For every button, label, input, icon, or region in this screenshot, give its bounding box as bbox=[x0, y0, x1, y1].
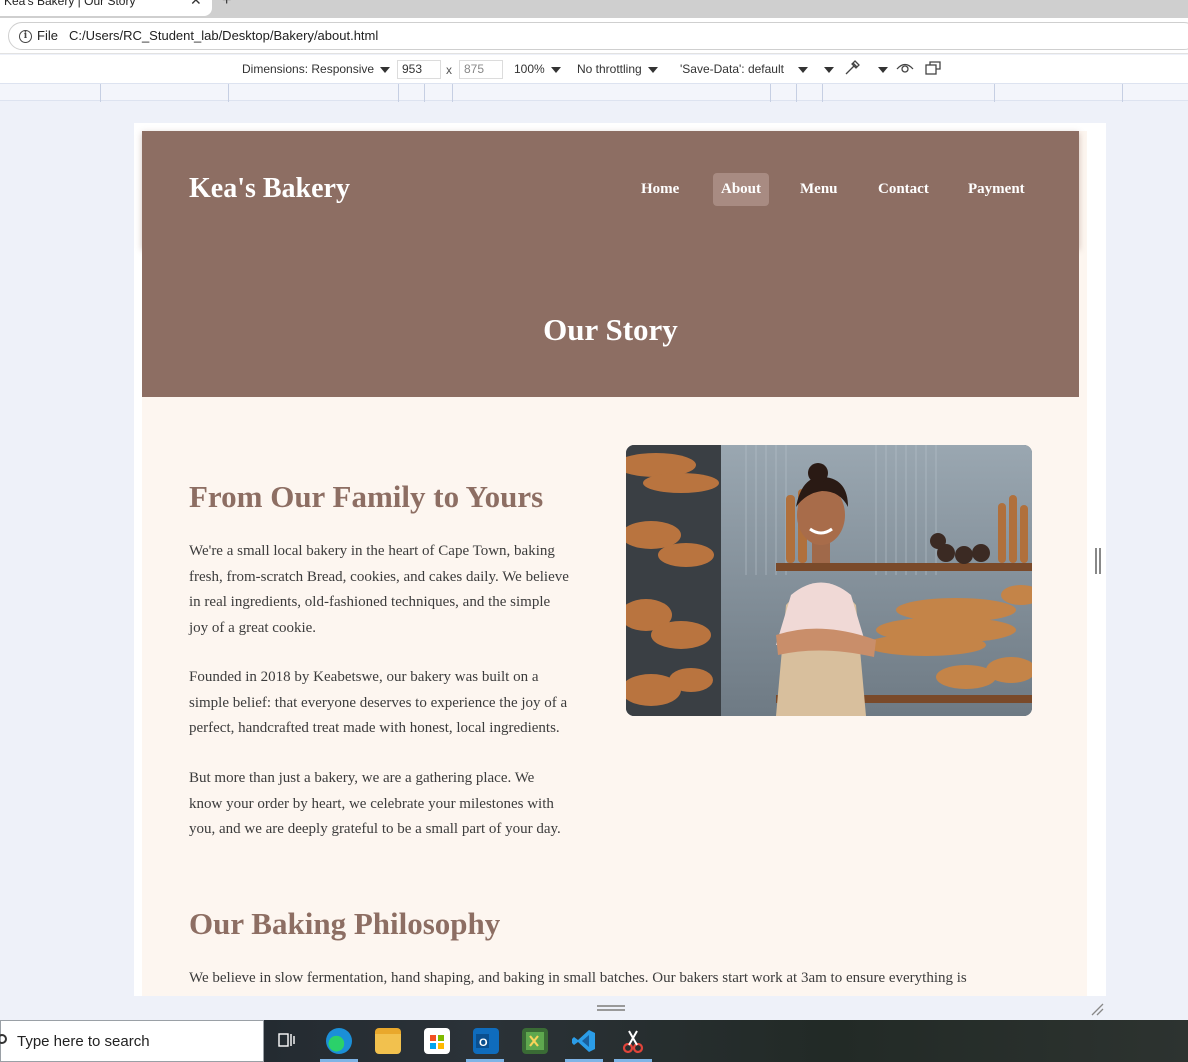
story-paragraph-1: We're a small local bakery in the heart … bbox=[189, 539, 599, 642]
text-line: fresh, from-scratch Bread, cookies, and … bbox=[189, 568, 569, 585]
zoom-dropdown[interactable]: 100% bbox=[514, 62, 561, 76]
hero-title: Our Story bbox=[543, 312, 678, 347]
emulated-viewport: Kea's Bakery Home About Menu Contact Pay… bbox=[134, 123, 1106, 996]
store-icon[interactable] bbox=[424, 1028, 450, 1054]
rotate-icon[interactable] bbox=[924, 60, 942, 79]
chevron-down-icon bbox=[550, 66, 561, 73]
dimensions-dropdown[interactable]: Dimensions: Responsive bbox=[242, 62, 391, 76]
baker-photo bbox=[626, 445, 1032, 716]
philosophy-paragraph: We believe in slow fermentation, hand sh… bbox=[189, 970, 967, 986]
nav-contact[interactable]: Contact bbox=[870, 173, 937, 206]
baker-photo-illustration bbox=[626, 445, 1032, 716]
chevron-down-icon bbox=[878, 66, 888, 73]
eye-icon[interactable] bbox=[896, 60, 914, 79]
edge-browser-icon[interactable] bbox=[326, 1028, 352, 1054]
save-data-label: 'Save-Data': default bbox=[680, 62, 784, 76]
text-line: But more than just a bakery, we are a ga… bbox=[189, 770, 535, 786]
svg-text:O: O bbox=[479, 1037, 488, 1049]
viewport-bottom-strip bbox=[0, 996, 1188, 1020]
media-query-ruler bbox=[0, 83, 1188, 102]
scheme-label: File bbox=[37, 28, 58, 43]
more-options-icon[interactable] bbox=[818, 62, 834, 76]
browser-tab[interactable]: Kea's Bakery | Our Story bbox=[0, 0, 212, 16]
taskbar: Type here to search O bbox=[0, 1020, 1188, 1062]
viewport-height-handle[interactable] bbox=[597, 1005, 625, 1011]
resize-corner-icon[interactable] bbox=[1090, 1002, 1104, 1016]
info-icon[interactable]: i bbox=[19, 30, 32, 43]
chevron-down-icon bbox=[380, 66, 391, 73]
tab-strip: Kea's Bakery | Our Story ✕ + bbox=[0, 0, 1188, 18]
close-tab-icon[interactable]: ✕ bbox=[190, 0, 202, 9]
nav-menu[interactable]: Menu bbox=[792, 173, 846, 206]
dimension-separator: x bbox=[446, 63, 452, 77]
chevron-down-icon bbox=[824, 66, 834, 73]
chevron-down-icon bbox=[797, 66, 808, 73]
width-input[interactable]: 953 bbox=[397, 60, 441, 79]
text-line: We're a small local bakery in the heart … bbox=[189, 543, 555, 559]
text-line: perfect, handcrafted treat made with hon… bbox=[189, 720, 560, 737]
file-explorer-icon[interactable] bbox=[375, 1028, 401, 1054]
story-paragraph-3: But more than just a bakery, we are a ga… bbox=[189, 766, 599, 843]
viewport-width-handle[interactable] bbox=[1095, 548, 1101, 574]
text-line: Founded in 2018 by Keabetswe, our bakery… bbox=[189, 669, 539, 685]
chevron-down-icon bbox=[647, 66, 658, 73]
eyedropper-icon[interactable] bbox=[843, 59, 861, 80]
section-heading-philosophy: Our Baking Philosophy bbox=[189, 906, 501, 941]
nav-payment[interactable]: Payment bbox=[960, 173, 1033, 206]
text-line: in real ingredients, old-fashioned techn… bbox=[189, 594, 551, 611]
throttling-label: No throttling bbox=[577, 62, 642, 76]
excel-icon[interactable] bbox=[522, 1028, 548, 1054]
height-input[interactable]: 875 bbox=[459, 60, 503, 79]
outlook-icon[interactable]: O bbox=[473, 1028, 499, 1054]
address-bar[interactable]: i File C:/Users/RC_Student_lab/Desktop/B… bbox=[8, 22, 1188, 50]
section-heading-family: From Our Family to Yours bbox=[189, 479, 544, 514]
new-tab-icon[interactable]: + bbox=[222, 0, 231, 10]
nav-about[interactable]: About bbox=[713, 173, 770, 206]
tab-title: Kea's Bakery | Our Story bbox=[4, 0, 136, 8]
vscode-icon[interactable] bbox=[571, 1028, 597, 1054]
search-icon bbox=[0, 1034, 7, 1044]
taskbar-search[interactable]: Type here to search bbox=[0, 1020, 264, 1062]
save-data-dropdown[interactable]: 'Save-Data': default bbox=[680, 62, 808, 76]
text-line: know your order by heart, we celebrate y… bbox=[189, 795, 554, 812]
search-placeholder: Type here to search bbox=[17, 1033, 150, 1050]
main-nav: Home About Menu Contact Payment bbox=[142, 173, 1079, 206]
story-paragraph-2: Founded in 2018 by Keabetswe, our bakery… bbox=[189, 665, 599, 742]
text-line: you, and we are deeply grateful to be a … bbox=[189, 821, 561, 838]
text-line: simple belief: that everyone deserves to… bbox=[189, 694, 568, 711]
nav-home[interactable]: Home bbox=[633, 173, 687, 206]
zoom-label: 100% bbox=[514, 62, 545, 76]
task-view-icon[interactable] bbox=[277, 1030, 297, 1050]
hero-banner: Our Story bbox=[142, 248, 1079, 397]
dropdown-icon[interactable] bbox=[872, 62, 888, 76]
dimensions-label: Dimensions: Responsive bbox=[242, 62, 375, 76]
site-header: Kea's Bakery Home About Menu Contact Pay… bbox=[142, 131, 1079, 248]
url-text[interactable]: C:/Users/RC_Student_lab/Desktop/Bakery/a… bbox=[69, 28, 378, 43]
device-toolbar: Dimensions: Responsive 953 x 875 100% No… bbox=[0, 55, 1188, 83]
snipping-tool-icon[interactable] bbox=[620, 1028, 646, 1054]
throttling-dropdown[interactable]: No throttling bbox=[577, 62, 658, 76]
text-line: joy of a great cookie. bbox=[189, 620, 317, 637]
address-bar-row: i File C:/Users/RC_Student_lab/Desktop/B… bbox=[0, 18, 1188, 54]
